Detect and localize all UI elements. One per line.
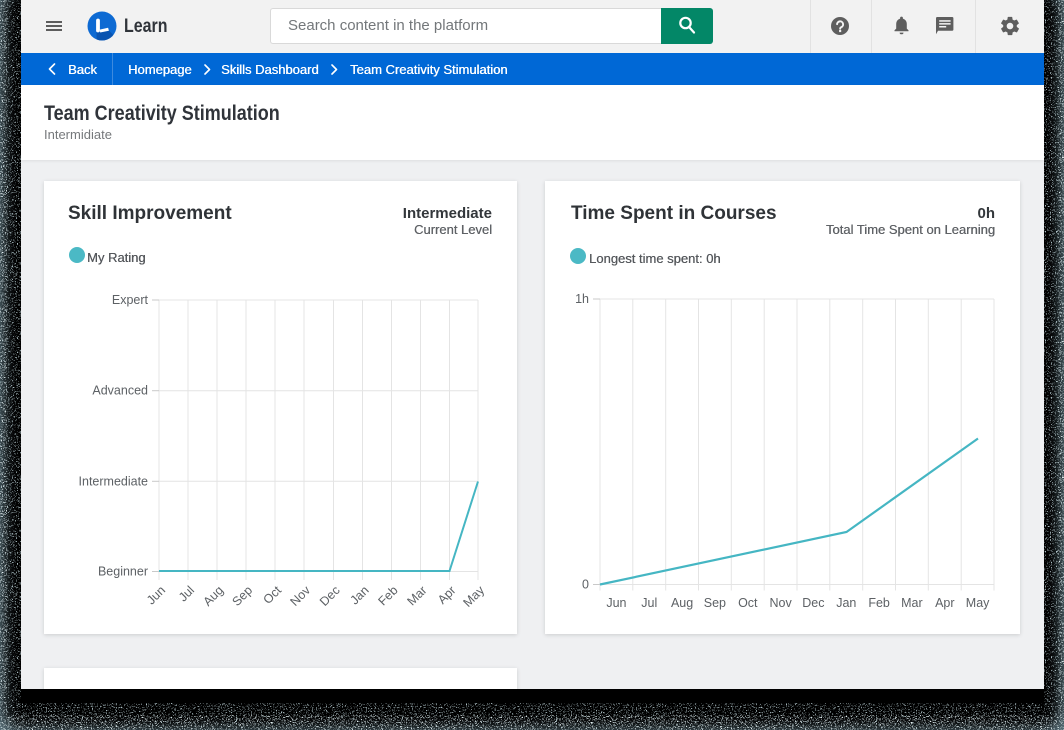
svg-text:Nov: Nov bbox=[287, 583, 313, 609]
svg-text:Apr: Apr bbox=[435, 583, 459, 607]
svg-text:Sep: Sep bbox=[229, 583, 255, 609]
svg-text:Intermediate: Intermediate bbox=[79, 474, 149, 488]
svg-text:May: May bbox=[461, 583, 488, 610]
svg-text:Oct: Oct bbox=[260, 583, 284, 607]
svg-text:Beginner: Beginner bbox=[98, 565, 148, 579]
svg-text:Aug: Aug bbox=[200, 583, 226, 609]
svg-text:Dec: Dec bbox=[802, 596, 824, 610]
svg-text:Apr: Apr bbox=[935, 596, 954, 610]
svg-text:Sep: Sep bbox=[704, 596, 726, 610]
svg-text:Jun: Jun bbox=[144, 583, 168, 607]
svg-text:Oct: Oct bbox=[738, 596, 758, 610]
svg-text:Mar: Mar bbox=[901, 596, 923, 610]
svg-text:Advanced: Advanced bbox=[92, 384, 148, 398]
svg-text:0: 0 bbox=[582, 578, 589, 592]
svg-text:Feb: Feb bbox=[375, 583, 400, 608]
svg-text:Feb: Feb bbox=[868, 596, 890, 610]
svg-text:Jan: Jan bbox=[836, 596, 856, 610]
svg-text:Jan: Jan bbox=[347, 583, 371, 607]
svg-text:Dec: Dec bbox=[317, 583, 343, 609]
svg-text:Jun: Jun bbox=[606, 596, 626, 610]
svg-text:May: May bbox=[966, 596, 990, 610]
svg-text:Jul: Jul bbox=[641, 596, 657, 610]
svg-text:1h: 1h bbox=[575, 292, 589, 306]
svg-text:Expert: Expert bbox=[112, 293, 149, 307]
svg-text:Aug: Aug bbox=[671, 596, 693, 610]
svg-text:Nov: Nov bbox=[769, 596, 792, 610]
svg-text:Jul: Jul bbox=[176, 583, 197, 604]
svg-text:Mar: Mar bbox=[404, 583, 429, 608]
